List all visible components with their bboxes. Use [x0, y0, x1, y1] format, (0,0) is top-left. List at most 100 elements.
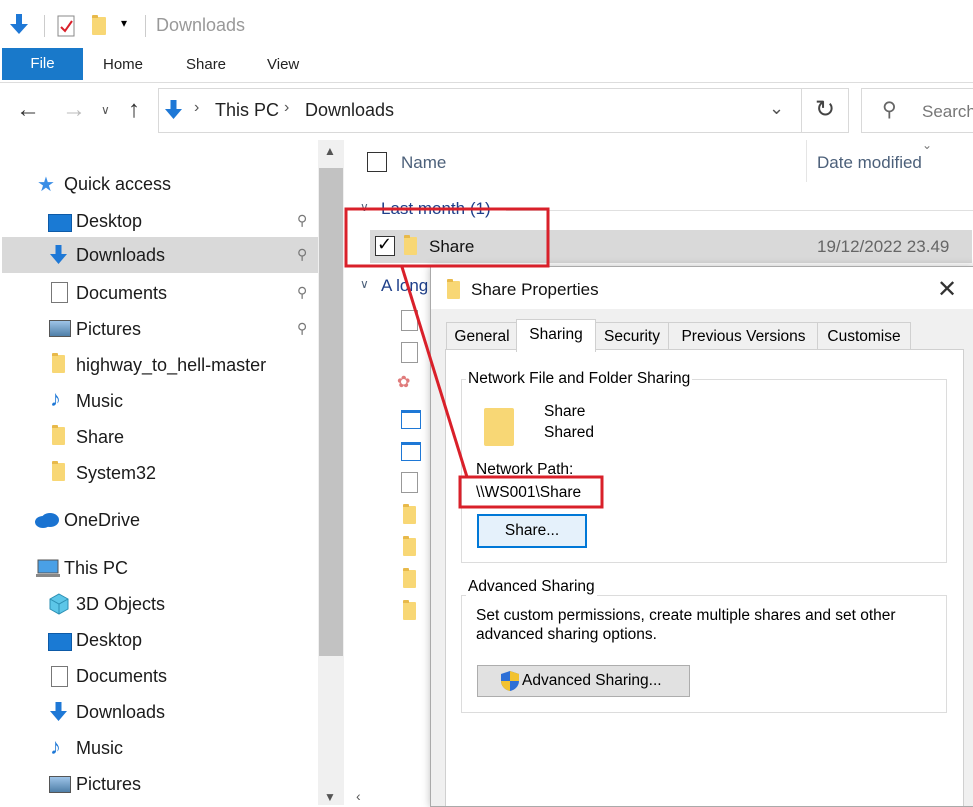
recent-locations-icon[interactable]: ∨: [101, 103, 110, 117]
desktop-icon: [48, 633, 72, 651]
group-header-last-month[interactable]: Last month (1): [381, 199, 491, 219]
properties-icon[interactable]: [57, 15, 77, 37]
network-path-value: \\WS001\Share: [476, 484, 582, 501]
back-arrow-icon[interactable]: ←: [16, 96, 40, 124]
nav-quick-access[interactable]: Quick access: [64, 174, 171, 195]
column-header-name[interactable]: Name: [401, 153, 446, 173]
close-icon[interactable]: ✕: [937, 275, 957, 304]
window-file-icon: [401, 410, 421, 429]
ribbon: File Home Share View: [0, 46, 973, 83]
nav-item-label: 3D Objects: [76, 594, 166, 614]
nav-item-3d-objects[interactable]: 3D Objects: [0, 590, 318, 626]
nav-item-this-pc[interactable]: This PC: [0, 554, 318, 590]
nav-item-pc-downloads[interactable]: Downloads: [0, 698, 318, 734]
advanced-sharing-legend: Advanced Sharing: [466, 578, 597, 596]
nav-item-system32[interactable]: System32: [0, 458, 318, 494]
file-name: Share: [429, 237, 475, 256]
window-title: Downloads: [156, 15, 246, 35]
select-all-checkbox[interactable]: [367, 152, 387, 172]
nav-item-pc-music[interactable]: ♪ Music: [0, 734, 318, 770]
file-row-share[interactable]: ✓ Share 19/12/2022 23.49: [370, 230, 972, 263]
scroll-down-icon[interactable]: ▼: [324, 790, 336, 804]
nav-item-pc-desktop[interactable]: Desktop: [0, 626, 318, 662]
pin-icon: ⚲: [297, 320, 308, 336]
nav-item-music[interactable]: ♪ Music: [0, 386, 318, 422]
address-dropdown-icon[interactable]: ⌄: [769, 98, 784, 119]
refresh-button[interactable]: ↻: [802, 88, 849, 133]
file-date: 19/12/2022 23.49: [817, 237, 950, 256]
tab-security[interactable]: Security: [594, 322, 670, 350]
nav-item-downloads[interactable]: Downloads ⚲: [2, 237, 318, 273]
folder-icon: [403, 600, 416, 620]
breadcrumb-downloads[interactable]: Downloads: [305, 100, 394, 121]
nav-item-pc-documents[interactable]: Documents: [0, 662, 318, 698]
computer-icon: [36, 559, 60, 577]
checkmark-icon: ✓: [377, 234, 393, 254]
group-header-a-long-time-ago[interactable]: A long: [381, 276, 428, 296]
window-file-icon: [401, 442, 421, 461]
script-file-icon: [401, 472, 418, 493]
scrollbar-thumb[interactable]: [319, 168, 343, 656]
advanced-sharing-button[interactable]: Advanced Sharing...: [477, 665, 690, 697]
nav-item-pc-pictures[interactable]: Pictures: [0, 770, 318, 806]
nav-item-documents[interactable]: Documents ⚲: [0, 278, 318, 314]
nav-item-label: Share: [76, 427, 125, 447]
download-arrow-icon[interactable]: [10, 14, 28, 36]
nav-item-label: Music: [76, 738, 124, 758]
script-file-icon: [401, 310, 418, 331]
row-checkbox[interactable]: ✓: [375, 234, 395, 256]
scroll-up-icon[interactable]: ▲: [324, 144, 336, 158]
new-folder-icon[interactable]: [92, 15, 106, 35]
folder-icon: [447, 279, 460, 299]
nav-item-label: System32: [76, 463, 157, 483]
shared-folder-status: Shared: [544, 424, 594, 441]
pictures-icon: [49, 776, 71, 793]
group-collapse-icon[interactable]: ∨: [360, 277, 369, 291]
navigation-pane: ★ Quick access Desktop ⚲ Downloads ⚲ Doc…: [0, 140, 318, 805]
tab-file[interactable]: File: [2, 48, 83, 80]
tab-general[interactable]: General: [446, 322, 518, 350]
customize-toolbar-icon[interactable]: ▾: [121, 16, 127, 30]
up-arrow-icon[interactable]: ↑: [128, 96, 140, 124]
column-divider[interactable]: [806, 140, 807, 182]
refresh-icon: ↻: [815, 96, 836, 123]
tab-view[interactable]: View: [267, 56, 299, 73]
nav-item-highway-to-hell-master[interactable]: highway_to_hell-master: [0, 350, 318, 386]
tab-home[interactable]: Home: [103, 56, 143, 73]
nav-item-label: Music: [76, 391, 124, 411]
address-bar[interactable]: › This PC › Downloads ⌄: [158, 88, 802, 133]
documents-icon: [51, 666, 68, 687]
separator: [145, 15, 146, 37]
folder-icon: [403, 536, 416, 556]
nav-item-label: highway_to_hell-master: [76, 355, 267, 375]
nav-item-label: Documents: [76, 283, 168, 303]
breadcrumb-separator-icon: ›: [284, 99, 290, 116]
star-icon: ★: [37, 174, 55, 196]
forward-arrow-icon[interactable]: →: [62, 96, 86, 124]
tab-share[interactable]: Share: [186, 56, 226, 73]
scroll-left-icon[interactable]: ‹: [356, 788, 361, 804]
tab-sharing[interactable]: Sharing: [516, 319, 596, 352]
downloads-icon: [165, 100, 182, 119]
nav-item-share[interactable]: Share: [0, 422, 318, 458]
nav-item-label: Desktop: [76, 211, 143, 231]
breadcrumb-this-pc[interactable]: This PC: [215, 100, 279, 121]
pictures-icon: [49, 320, 71, 337]
pin-icon: ⚲: [297, 284, 308, 300]
brain-file-icon: ✿: [397, 374, 411, 391]
nav-scrollbar[interactable]: ▲ ▼: [318, 140, 344, 805]
nav-item-pictures[interactable]: Pictures ⚲: [0, 314, 318, 350]
downloads-icon: [50, 245, 67, 264]
tab-customise[interactable]: Customise: [817, 322, 911, 350]
shared-folder-name: Share: [544, 403, 586, 420]
nav-item-label: Pictures: [76, 774, 142, 794]
nav-item-onedrive[interactable]: OneDrive: [0, 506, 318, 542]
search-box[interactable]: ⚲ Search: [861, 88, 973, 133]
column-header-date[interactable]: Date modified: [817, 153, 922, 173]
group-collapse-icon[interactable]: ∨: [360, 200, 369, 214]
cube-icon: [49, 593, 69, 615]
tab-previous-versions[interactable]: Previous Versions: [668, 322, 819, 350]
share-button[interactable]: Share...: [477, 514, 587, 548]
script-file-icon: [401, 342, 418, 363]
uac-shield-icon: [501, 671, 519, 691]
